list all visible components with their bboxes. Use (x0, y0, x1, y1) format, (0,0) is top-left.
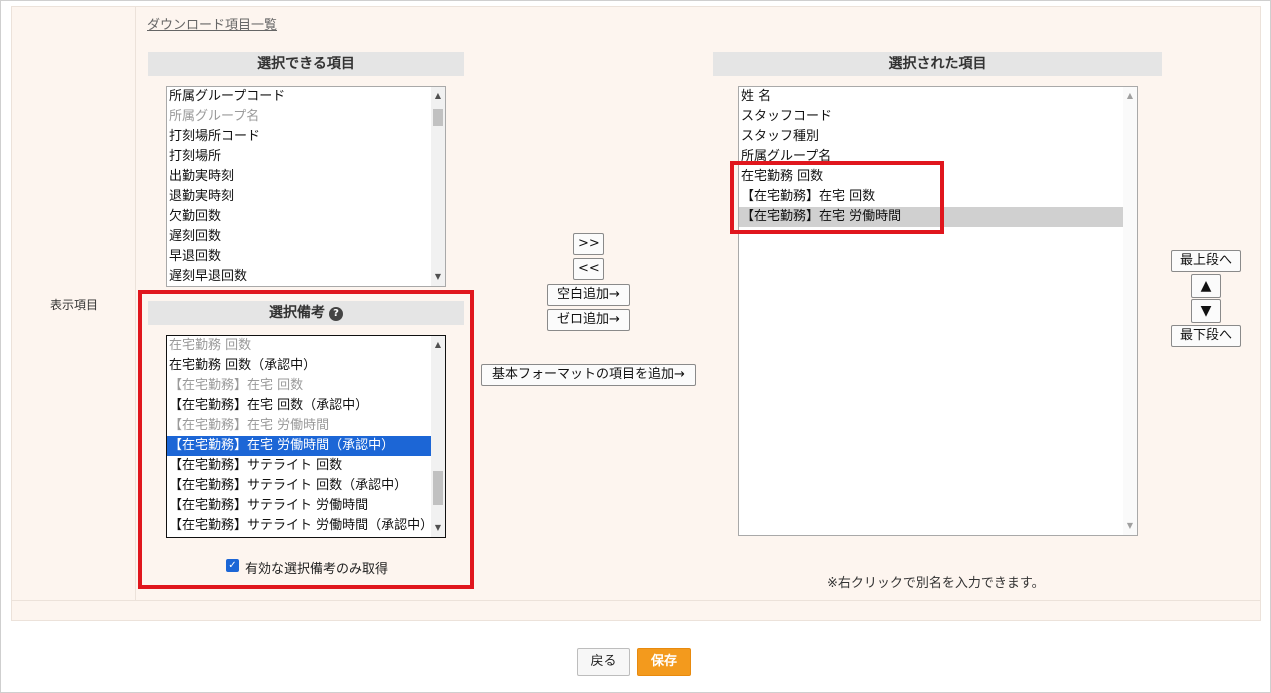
list-item[interactable]: 【在宅勤務】サテライト 回数（承認中） (167, 476, 431, 496)
alias-note: ※右クリックで別名を入力できます。 (827, 576, 1045, 591)
add-blank-button[interactable]: 空白追加→ (547, 284, 630, 306)
move-up-button[interactable]: ▲ (1191, 274, 1221, 298)
scroll-down-arrow-icon[interactable]: ▼ (431, 521, 445, 535)
scroll-thumb[interactable] (433, 109, 443, 126)
remarks-items-container: 在宅勤務 回数 在宅勤務 回数（承認中） 【在宅勤務】在宅 回数 【在宅勤務】在宅 回… (167, 336, 431, 536)
list-item[interactable]: 遅刻早退回数 (167, 267, 431, 286)
list-item[interactable]: 出勤実時刻 (167, 167, 431, 187)
list-item[interactable]: 退勤実時刻 (167, 187, 431, 207)
list-item[interactable]: 打刻場所コード (167, 127, 431, 147)
list-item[interactable]: 所属グループコード (167, 87, 431, 107)
add-basic-format-button[interactable]: 基本フォーマットの項目を追加→ (481, 364, 696, 386)
list-item[interactable]: 【在宅勤務】在宅 労働時間 (167, 416, 431, 436)
list-item[interactable]: スタッフコード (739, 107, 1123, 127)
remarks-list[interactable]: 在宅勤務 回数 在宅勤務 回数（承認中） 【在宅勤務】在宅 回数 【在宅勤務】在宅 回… (166, 335, 446, 538)
list-item[interactable]: 遅刻回数 (167, 227, 431, 247)
available-items-header: 選択できる項目 (148, 52, 464, 76)
remarks-header-label: 選択備考 (269, 305, 325, 321)
scroll-thumb[interactable] (433, 471, 443, 505)
selected-items-header: 選択された項目 (713, 52, 1162, 76)
list-item[interactable]: 【在宅勤務】サテライト 労働時間 (167, 496, 431, 516)
list-item[interactable]: 所属グループ名 (167, 107, 431, 127)
list-item[interactable]: 欠勤回数 (167, 207, 431, 227)
scroll-up-arrow-icon[interactable]: ▲ (431, 89, 445, 103)
move-down-button[interactable]: ▼ (1191, 299, 1221, 323)
list-item[interactable]: 【在宅勤務】サテライト 回数 (167, 456, 431, 476)
scroll-down-arrow-icon[interactable]: ▼ (431, 270, 445, 284)
list-item[interactable]: 在宅勤務 回数（承認中） (167, 356, 431, 376)
move-bottom-button[interactable]: 最下段へ (1171, 325, 1241, 347)
list-item[interactable]: 在宅勤務 回数 (167, 336, 431, 356)
selected-list-scrollbar[interactable]: ▲ ▼ (1123, 87, 1137, 535)
move-top-button[interactable]: 最上段へ (1171, 250, 1241, 272)
row-label-display-items: 表示項目 (49, 298, 98, 312)
list-item[interactable]: 【在宅勤務】在宅 回数 (739, 187, 1123, 207)
scroll-up-arrow-icon[interactable]: ▲ (1123, 89, 1137, 103)
list-item[interactable]: 早退回数 (167, 247, 431, 267)
available-list-scrollbar[interactable]: ▲ ▼ (431, 87, 445, 286)
save-button[interactable]: 保存 (637, 648, 691, 676)
selected-items-container: 姓 名スタッフコード スタッフ種別 所属グループ名 在宅勤務 回数 【在宅勤務】在宅 回… (739, 87, 1123, 227)
list-item[interactable]: 所属グループ名 (739, 147, 1123, 167)
list-item[interactable]: 【在宅勤務】在宅 回数（承認中） (167, 396, 431, 416)
row-divider (12, 600, 1260, 601)
selected-items-list[interactable]: 姓 名スタッフコード スタッフ種別 所属グループ名 在宅勤務 回数 【在宅勤務】在宅 回… (738, 86, 1138, 536)
scroll-up-arrow-icon[interactable]: ▲ (431, 338, 445, 352)
back-button[interactable]: 戻る (577, 648, 630, 676)
available-items-container: 所属グループコード 所属グループ名 打刻場所コード 打刻場所 出勤実時刻 退勤実時刻 欠勤回… (167, 87, 431, 286)
available-items-list[interactable]: 所属グループコード 所属グループ名 打刻場所コード 打刻場所 出勤実時刻 退勤実時刻 欠勤回… (166, 86, 446, 287)
list-item[interactable]: 【在宅勤務】在宅 労働時間 (739, 207, 1123, 227)
list-item[interactable]: 【在宅勤務】在宅 回数 (167, 376, 431, 396)
list-item[interactable]: スタッフ種別 (739, 127, 1123, 147)
list-item[interactable]: 打刻場所 (167, 147, 431, 167)
valid-remarks-only-checkbox[interactable]: ✓ (226, 559, 239, 572)
add-zero-button[interactable]: ゼロ追加→ (547, 309, 630, 331)
list-item[interactable]: 在宅勤務 回数 (739, 167, 1123, 187)
remarks-header: 選択備考? (148, 301, 464, 325)
list-item[interactable]: 【在宅勤務】サテライト 労働時間（承認中） (167, 516, 431, 536)
list-item[interactable]: 姓 名 (739, 87, 1123, 107)
help-icon[interactable]: ? (329, 307, 343, 321)
scroll-down-arrow-icon[interactable]: ▼ (1123, 519, 1137, 533)
valid-remarks-only-label: 有効な選択備考のみ取得 (245, 562, 389, 577)
remarks-list-scrollbar[interactable]: ▲ ▼ (431, 336, 445, 537)
add-item-button[interactable]: >> (573, 233, 604, 255)
list-item[interactable]: 【在宅勤務】在宅 労働時間（承認中） (167, 436, 431, 456)
download-items-link[interactable]: ダウンロード項目一覧 (147, 14, 277, 33)
remove-item-button[interactable]: << (573, 258, 604, 280)
